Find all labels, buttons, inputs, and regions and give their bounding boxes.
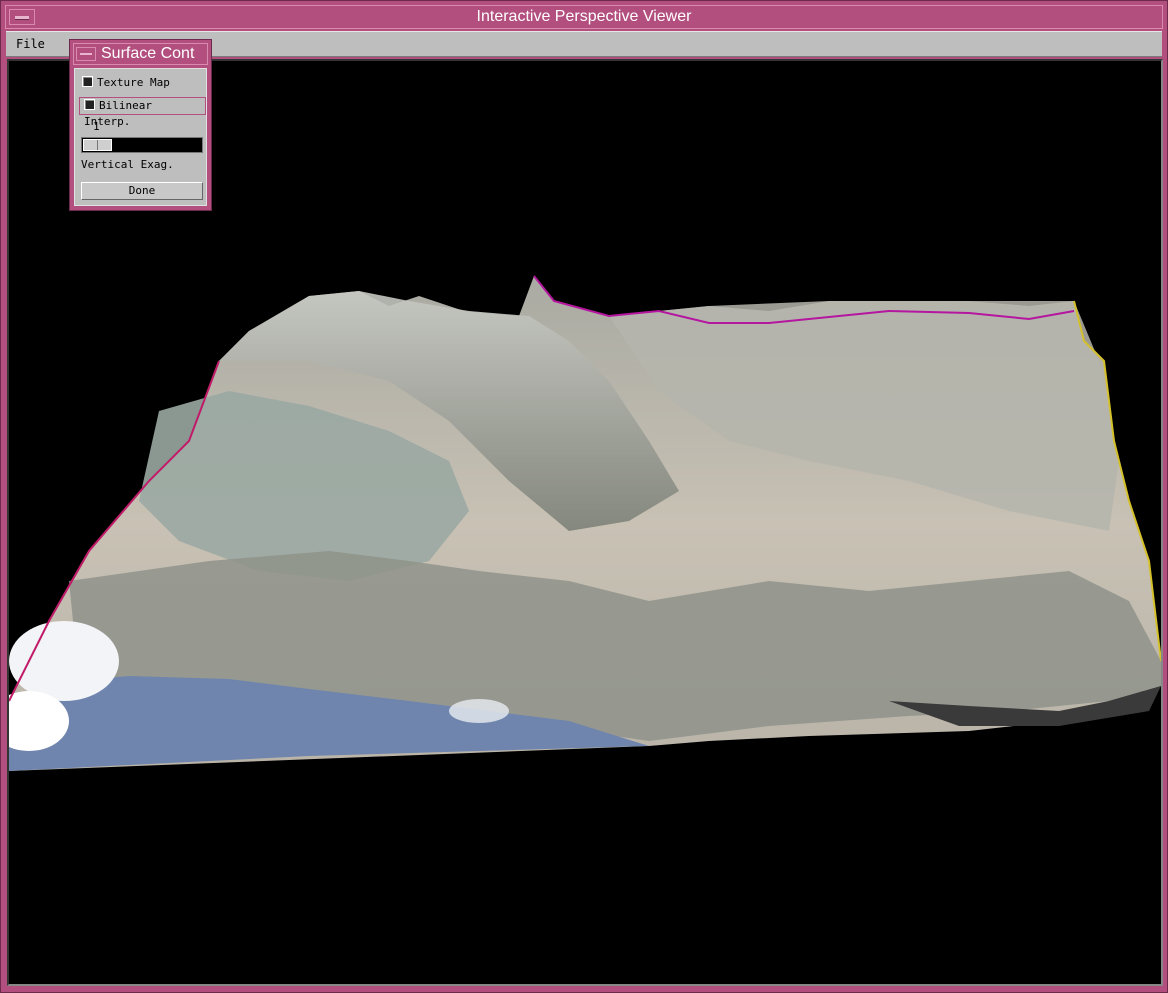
dialog-menu-icon[interactable] — [76, 47, 96, 61]
dialog-body: Texture Map Bilinear Interp. 1 Vertical … — [74, 68, 207, 206]
done-button[interactable]: Done — [81, 182, 203, 200]
checkbox-checked-icon — [84, 99, 95, 110]
bilinear-interp-checkbox[interactable]: Bilinear Interp. — [79, 97, 206, 128]
surface-control-dialog: Surface Cont Texture Map Bilinear Interp… — [69, 39, 212, 211]
dialog-title-bar[interactable]: Surface Cont — [73, 43, 208, 65]
texture-map-checkbox[interactable]: Texture Map — [82, 75, 170, 91]
slider-value: 1 — [93, 120, 100, 133]
vertical-exag-slider[interactable] — [81, 137, 203, 153]
menu-file[interactable]: File — [16, 37, 45, 51]
slider-label: Vertical Exag. — [81, 158, 174, 171]
terrain-cloud — [449, 699, 509, 723]
checkbox-checked-icon — [82, 76, 93, 87]
terrain-cloud — [9, 621, 119, 701]
texture-map-label: Texture Map — [97, 76, 170, 89]
dialog-title: Surface Cont — [101, 45, 195, 62]
app-window: Interactive Perspective Viewer File Surf… — [0, 0, 1168, 993]
window-title: Interactive Perspective Viewer — [476, 8, 692, 25]
title-bar[interactable]: Interactive Perspective Viewer — [5, 5, 1163, 29]
slider-thumb[interactable] — [83, 139, 112, 151]
